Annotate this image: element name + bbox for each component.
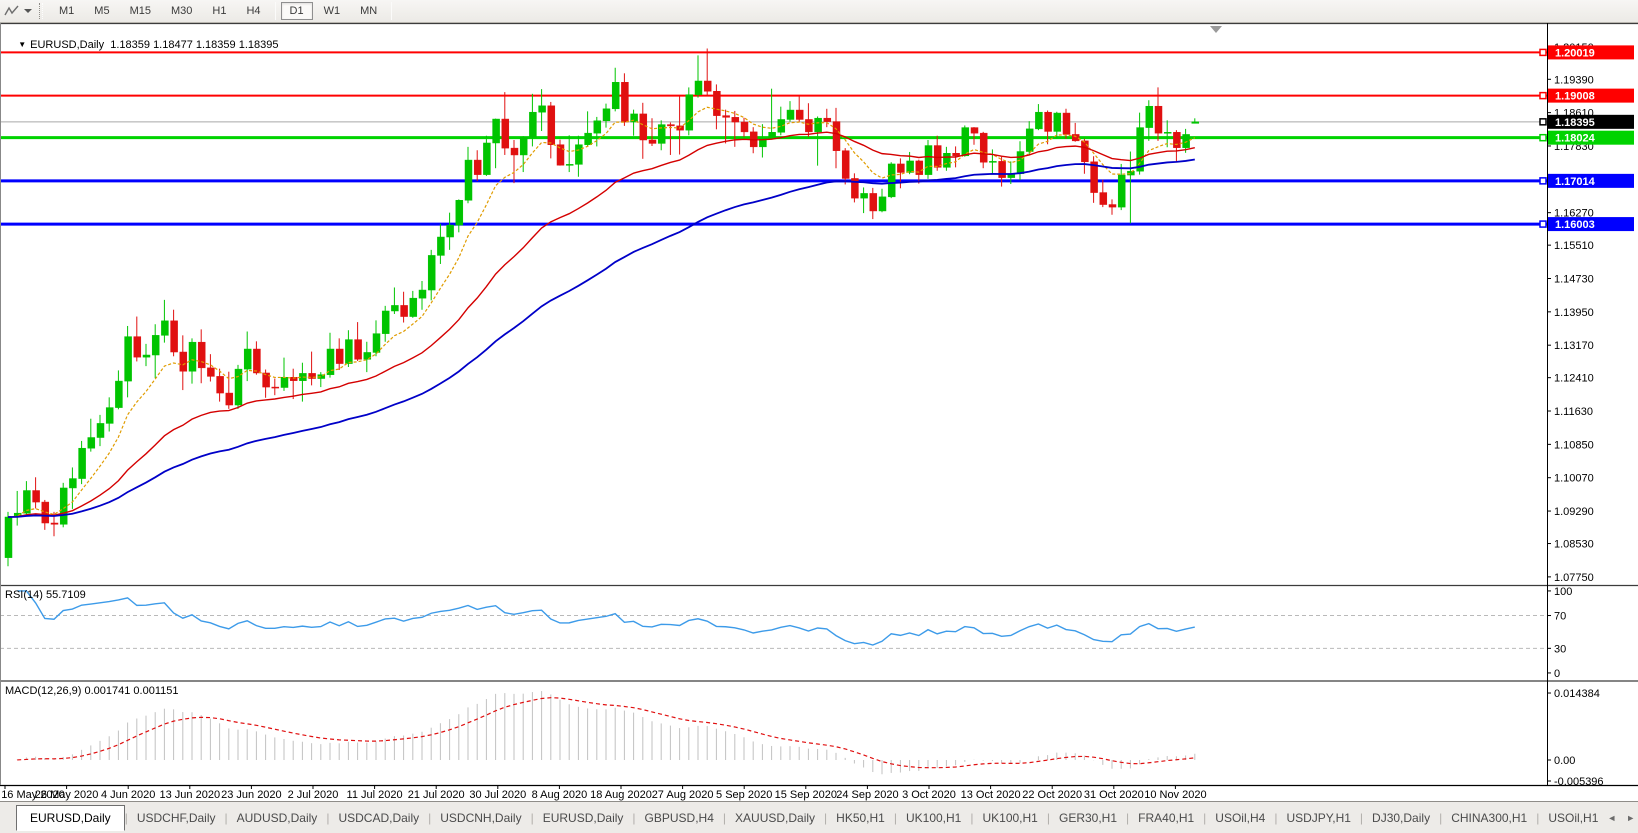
svg-text:1.07750: 1.07750 <box>1554 572 1594 584</box>
toolbar-separator <box>391 2 392 20</box>
timeframe-button-d1[interactable]: D1 <box>281 2 313 20</box>
tab-gbpusd-h4[interactable]: GBPUSD,H4 <box>636 806 723 830</box>
svg-text:8 Aug 2020: 8 Aug 2020 <box>532 789 588 801</box>
rsi-indicator-label: RSI(14) 55.7109 <box>5 589 86 601</box>
svg-text:1.08530: 1.08530 <box>1554 539 1594 551</box>
svg-text:1.10850: 1.10850 <box>1554 439 1594 451</box>
svg-text:1.13170: 1.13170 <box>1554 340 1594 352</box>
tab-fra40-h1[interactable]: FRA40,H1 <box>1129 806 1203 830</box>
tab-xauusd-daily[interactable]: XAUUSD,Daily <box>726 806 824 830</box>
svg-text:1.12410: 1.12410 <box>1554 373 1594 385</box>
tab-usoil-h1[interactable]: USOil,H1 <box>1539 806 1607 830</box>
chart-tool-icon[interactable] <box>3 3 23 19</box>
svg-text:1.13950: 1.13950 <box>1554 307 1594 319</box>
svg-text:1.19390: 1.19390 <box>1554 74 1594 86</box>
toolbar-separator <box>275 2 276 20</box>
svg-text:2 Jul 2020: 2 Jul 2020 <box>288 789 339 801</box>
svg-text:1.18024: 1.18024 <box>1555 133 1596 145</box>
svg-text:10 Nov 2020: 10 Nov 2020 <box>1144 789 1206 801</box>
svg-text:1.15510: 1.15510 <box>1554 240 1594 252</box>
timeframe-button-m15[interactable]: M15 <box>121 2 160 20</box>
rsi-panel <box>0 591 1547 648</box>
tab-eurusd-daily[interactable]: EURUSD,Daily <box>534 806 633 830</box>
timeframe-button-mn[interactable]: MN <box>351 2 386 20</box>
svg-text:27 Aug 2020: 27 Aug 2020 <box>652 789 714 801</box>
ohlc-values: 1.18359 1.18477 1.18359 1.18395 <box>110 39 278 51</box>
date-axis: 16 May 202026 May 20204 Jun 202013 Jun 2… <box>1 785 1206 801</box>
svg-text:1.09290: 1.09290 <box>1554 506 1594 518</box>
timeframe-button-h4[interactable]: H4 <box>237 2 269 20</box>
svg-text:30: 30 <box>1554 643 1566 655</box>
tab-usdchf-daily[interactable]: USDCHF,Daily <box>128 806 225 830</box>
tab-usoil-h4[interactable]: USOil,H4 <box>1206 806 1274 830</box>
macd-panel <box>8 691 1195 774</box>
svg-text:0: 0 <box>1554 668 1560 680</box>
svg-text:1.18395: 1.18395 <box>1555 117 1595 129</box>
svg-text:18 Aug 2020: 18 Aug 2020 <box>590 789 652 801</box>
svg-text:24 Sep 2020: 24 Sep 2020 <box>836 789 898 801</box>
svg-text:1.19008: 1.19008 <box>1555 91 1595 103</box>
chart-title: ▼ EURUSD,Daily 1.18359 1.18477 1.18359 1.… <box>6 27 278 63</box>
svg-text:11 Jul 2020: 11 Jul 2020 <box>347 789 403 801</box>
candles <box>5 49 1199 567</box>
price-chart-svg[interactable]: 1.201501.193901.186101.178301.170501.162… <box>0 23 1638 801</box>
svg-text:100: 100 <box>1554 586 1572 598</box>
tab-hk50-h1[interactable]: HK50,H1 <box>827 806 894 830</box>
svg-text:3 Oct 2020: 3 Oct 2020 <box>902 789 956 801</box>
tabs-scroll-left-icon[interactable]: ◄ <box>1607 813 1616 823</box>
tab-audusd-daily[interactable]: AUDUSD,Daily <box>228 806 327 830</box>
svg-text:22 Oct 2020: 22 Oct 2020 <box>1022 789 1082 801</box>
tabs-scroll-right-icon[interactable]: ► <box>1626 813 1635 823</box>
tab-ger30-h1[interactable]: GER30,H1 <box>1050 806 1126 830</box>
zigzag-icon <box>3 4 21 18</box>
svg-text:1.11630: 1.11630 <box>1554 406 1593 418</box>
toolbar-grip[interactable] <box>39 3 43 19</box>
tab-uk100-h1[interactable]: UK100,H1 <box>897 806 970 830</box>
svg-text:15 Sep 2020: 15 Sep 2020 <box>775 789 837 801</box>
svg-text:1.20019: 1.20019 <box>1555 47 1595 59</box>
tab-uk100-h1[interactable]: UK100,H1 <box>973 806 1046 830</box>
top-toolbar: M1M5M15M30H1H4 D1W1MN <box>0 0 1638 23</box>
svg-text:13 Jun 2020: 13 Jun 2020 <box>160 789 221 801</box>
tab-china300-h1[interactable]: CHINA300,H1 <box>1442 806 1536 830</box>
collapse-triangle-icon[interactable]: ▼ <box>18 40 26 49</box>
timeframe-button-m30[interactable]: M30 <box>162 2 201 20</box>
svg-text:13 Oct 2020: 13 Oct 2020 <box>961 789 1021 801</box>
timeframe-button-m5[interactable]: M5 <box>85 2 118 20</box>
chart-window[interactable]: ▼ EURUSD,Daily 1.18359 1.18477 1.18359 1.… <box>0 23 1638 801</box>
timeframe-button-m1[interactable]: M1 <box>50 2 83 20</box>
tab-usdcad-daily[interactable]: USDCAD,Daily <box>329 806 428 830</box>
price-tags: 1.20019 1.19008 1.18024 1.17014 1.16003 1.183… <box>1540 45 1634 231</box>
svg-text:4 Jun 2020: 4 Jun 2020 <box>101 789 155 801</box>
svg-text:21 Jul 2020: 21 Jul 2020 <box>408 789 465 801</box>
svg-text:31 Oct 2020: 31 Oct 2020 <box>1084 789 1144 801</box>
tab-usdcnh-daily[interactable]: USDCNH,Daily <box>431 806 530 830</box>
symbol-period-label: EURUSD,Daily <box>30 39 104 51</box>
timeframe-button-w1[interactable]: W1 <box>315 2 350 20</box>
chart-shift-marker <box>1210 26 1222 33</box>
tab-eurusd-daily[interactable]: EURUSD,Daily <box>16 805 125 831</box>
svg-text:1.17014: 1.17014 <box>1555 176 1596 188</box>
chart-canvas[interactable]: 1.201501.193901.186101.178301.170501.162… <box>0 23 1638 806</box>
timeframe-button-h1[interactable]: H1 <box>203 2 235 20</box>
macd-indicator-label: MACD(12,26,9) 0.001741 0.001151 <box>5 685 178 697</box>
svg-text:1.16003: 1.16003 <box>1555 219 1595 231</box>
svg-text:5 Sep 2020: 5 Sep 2020 <box>716 789 772 801</box>
svg-text:70: 70 <box>1554 611 1566 623</box>
svg-text:0.014384: 0.014384 <box>1554 688 1600 700</box>
svg-text:26 May 2020: 26 May 2020 <box>35 789 99 801</box>
svg-text:-0.005396: -0.005396 <box>1554 776 1604 788</box>
dropdown-caret-icon[interactable] <box>24 9 32 13</box>
svg-text:1.10070: 1.10070 <box>1554 473 1594 485</box>
svg-text:23 Jun 2020: 23 Jun 2020 <box>221 789 282 801</box>
tab-dj30-daily[interactable]: DJ30,Daily <box>1363 806 1439 830</box>
tab-usdjpy-h1[interactable]: USDJPY,H1 <box>1277 806 1359 830</box>
svg-text:30 Jul 2020: 30 Jul 2020 <box>469 789 526 801</box>
svg-text:1.14730: 1.14730 <box>1554 273 1594 285</box>
svg-text:0.00: 0.00 <box>1554 755 1575 767</box>
